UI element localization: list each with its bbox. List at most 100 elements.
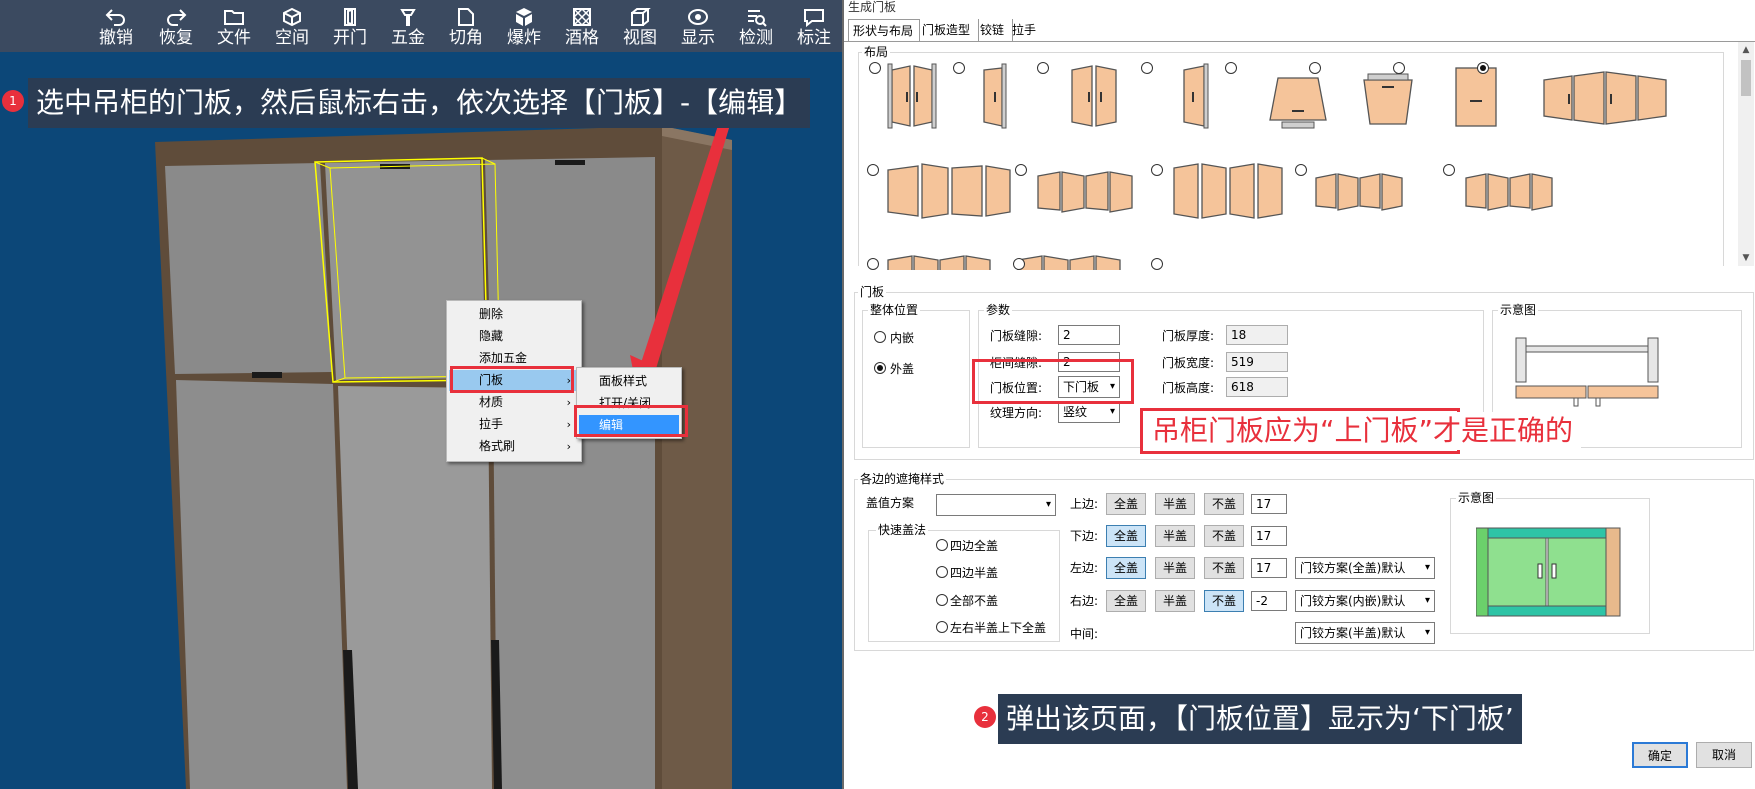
toolbar-hardware[interactable]: 五金 — [380, 3, 436, 49]
cover-preview-label: 示意图 — [1456, 491, 1497, 505]
edge-left-none-button[interactable]: 不盖 — [1204, 557, 1244, 579]
layout-radio[interactable] — [867, 258, 879, 270]
toolbar-label: 检测 — [739, 28, 773, 48]
context-menu-material[interactable]: 材质 › — [449, 392, 579, 413]
edge-right-value[interactable]: -2 — [1251, 591, 1287, 611]
tab-handle[interactable]: 拉手 — [1008, 19, 1046, 41]
quick-cover-radio[interactable] — [936, 566, 948, 578]
tab-shape-layout[interactable]: 形状与布局 — [848, 19, 920, 42]
toolbar-undo[interactable]: 撤销 — [88, 3, 144, 49]
ok-button[interactable]: 确定 — [1632, 742, 1688, 768]
position-inset-radio[interactable] — [874, 331, 886, 343]
quick-cover-radio[interactable] — [936, 594, 948, 606]
layout-scrollbar[interactable]: ▲ ▼ — [1738, 42, 1754, 266]
folder-icon — [224, 10, 244, 25]
cube-icon — [283, 7, 301, 27]
layout-options — [852, 60, 1736, 270]
toolbar-label: 显示 — [681, 28, 715, 48]
context-menu-handle[interactable]: 拉手 › — [449, 414, 579, 435]
edge-bottom-full-button[interactable]: 全盖 — [1106, 525, 1146, 547]
toolbar-label: 恢复 — [159, 28, 193, 48]
grain-direction-select[interactable]: 竖纹 ▾ — [1058, 401, 1120, 423]
context-menu-hide[interactable]: 隐藏 — [449, 326, 579, 347]
toolbar-corner-cut[interactable]: 切角 — [438, 3, 494, 49]
width-field: 519 — [1226, 352, 1288, 372]
edge-right-full-button[interactable]: 全盖 — [1106, 590, 1146, 612]
submenu-panel-style[interactable]: 面板样式 — [579, 371, 679, 392]
toolbar-display[interactable]: 显示 — [670, 3, 726, 49]
cancel-button[interactable]: 取消 — [1696, 742, 1752, 768]
step-1-badge: 1 — [2, 90, 24, 112]
chevron-right-icon: › — [566, 440, 571, 453]
layout-thumbnails — [887, 63, 1667, 270]
toolbar-wine-grid[interactable]: 酒格 — [554, 3, 610, 49]
edge-top-none-button[interactable]: 不盖 — [1204, 493, 1244, 515]
edge-bottom-value[interactable]: 17 — [1251, 526, 1287, 546]
edge-bottom-label: 下边: — [1070, 529, 1099, 543]
toolbar-open-door[interactable]: 开门 — [322, 3, 378, 49]
layout-radio[interactable] — [869, 62, 881, 74]
toolbar-space[interactable]: 空间 — [264, 3, 320, 49]
edge-right-none-button[interactable]: 不盖 — [1204, 590, 1244, 612]
edge-right-half-button[interactable]: 半盖 — [1155, 590, 1195, 612]
quick-cover-radio[interactable] — [936, 539, 948, 551]
layout-radio[interactable] — [953, 62, 965, 74]
context-menu-format-brush[interactable]: 格式刷 › — [449, 436, 579, 457]
toolbar-redo[interactable]: 恢复 — [148, 3, 204, 49]
edge-top-full-button[interactable]: 全盖 — [1106, 493, 1146, 515]
edge-middle-scheme-value: 门铰方案(半盖)默认 — [1300, 626, 1406, 640]
layout-radio[interactable] — [1015, 164, 1027, 176]
layout-radio-selected[interactable] — [1477, 62, 1489, 74]
layout-radio[interactable] — [1309, 62, 1321, 74]
layout-radio[interactable] — [1443, 164, 1455, 176]
layout-radio[interactable] — [1151, 258, 1163, 270]
scroll-down-icon[interactable]: ▼ — [1738, 250, 1754, 266]
toolbar-label: 文件 — [217, 28, 251, 48]
layout-radio[interactable] — [1037, 62, 1049, 74]
door-preview-diagram — [1515, 337, 1659, 407]
door-gap-field[interactable]: 2 — [1058, 325, 1120, 345]
edge-right-scheme-select[interactable]: 门铰方案(内嵌)默认 ▾ — [1295, 590, 1435, 612]
edge-bottom-none-button[interactable]: 不盖 — [1204, 525, 1244, 547]
position-overlay-radio[interactable] — [874, 362, 886, 374]
layout-radio[interactable] — [1225, 62, 1237, 74]
toolbar-view[interactable]: 视图 — [612, 3, 668, 49]
toolbar-file[interactable]: 文件 — [206, 3, 262, 49]
edge-left-value[interactable]: 17 — [1251, 558, 1287, 578]
edge-middle-scheme-select[interactable]: 门铰方案(半盖)默认 ▾ — [1295, 622, 1435, 644]
layout-radio[interactable] — [1151, 164, 1163, 176]
redo-icon — [167, 9, 187, 26]
top-toolbar: 撤销 恢复 文件 空间 开门 五金 切角 爆炸 酒格 视图 显示 检测 标注 — [0, 0, 842, 52]
layout-radio[interactable] — [867, 164, 879, 176]
edge-bottom-half-button[interactable]: 半盖 — [1155, 525, 1195, 547]
layout-radio[interactable] — [1295, 164, 1307, 176]
toolbar-explode[interactable]: 爆炸 — [496, 3, 552, 49]
edge-left-full-button[interactable]: 全盖 — [1106, 557, 1146, 579]
toolbar-label: 开门 — [333, 28, 367, 48]
quick-cover-label: 快速盖法 — [876, 523, 929, 537]
chevron-down-icon: ▾ — [1424, 627, 1430, 638]
params-group-title: 参数 — [984, 303, 1013, 317]
edge-top-half-button[interactable]: 半盖 — [1155, 493, 1195, 515]
cover-scheme-select[interactable]: ▾ — [936, 494, 1056, 516]
chevron-down-icon: ▾ — [1424, 595, 1430, 606]
edge-left-scheme-select[interactable]: 门铰方案(全盖)默认 ▾ — [1295, 557, 1435, 579]
toolbar-check[interactable]: 检测 — [728, 3, 784, 49]
context-menu-delete[interactable]: 删除 — [449, 304, 579, 325]
scroll-up-icon[interactable]: ▲ — [1738, 42, 1754, 58]
layout-radio[interactable] — [1141, 62, 1153, 74]
height-label: 门板高度: — [1162, 381, 1215, 395]
toolbar-annotate[interactable]: 标注 — [786, 3, 842, 49]
edge-top-value[interactable]: 17 — [1251, 494, 1287, 514]
quick-cover-radio[interactable] — [936, 621, 948, 633]
edge-left-half-button[interactable]: 半盖 — [1155, 557, 1195, 579]
viewport-3d[interactable]: 撤销 恢复 文件 空间 开门 五金 切角 爆炸 酒格 视图 显示 检测 标注 1… — [0, 0, 842, 789]
toolbar-label: 视图 — [623, 28, 657, 48]
position-overlay-label: 外盖 — [890, 362, 915, 376]
layout-radio[interactable] — [1393, 62, 1405, 74]
tab-door-style[interactable]: 门板造型 — [918, 19, 979, 41]
layout-radio[interactable] — [1013, 258, 1025, 270]
eye-icon — [688, 9, 708, 25]
highlight-door-item — [450, 366, 574, 393]
scrollbar-thumb[interactable] — [1741, 60, 1751, 96]
